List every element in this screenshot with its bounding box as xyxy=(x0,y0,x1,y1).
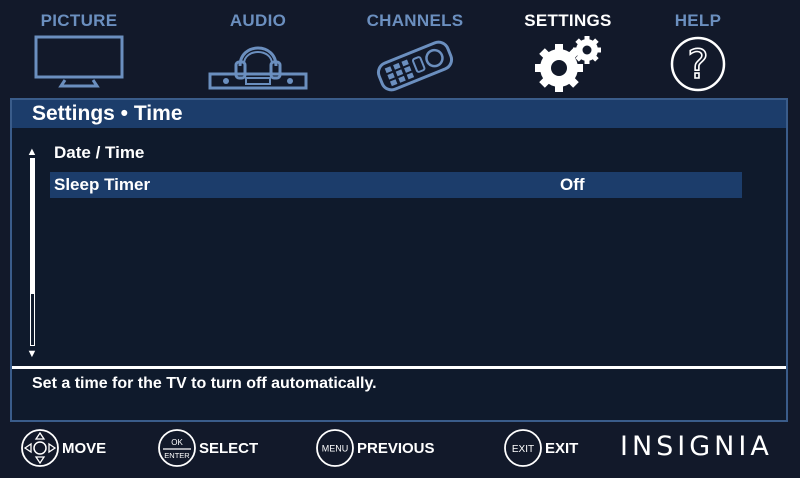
tab-audio[interactable]: AUDIO xyxy=(188,10,328,92)
enter-button-text: ENTER xyxy=(164,451,190,460)
settings-panel: Settings • Time ▲ ▼ Date / Time Sleep Ti… xyxy=(10,98,788,422)
gears-icon xyxy=(535,36,601,92)
brand-logo: INSIGNIA xyxy=(620,431,773,462)
tab-picture[interactable]: PICTURE xyxy=(9,10,149,90)
tab-channels[interactable]: CHANNELS xyxy=(345,10,485,94)
menu-item-label: Sleep Timer xyxy=(54,175,151,194)
panel-header: Settings • Time xyxy=(12,100,786,128)
help-description: Set a time for the TV to turn off automa… xyxy=(32,375,377,392)
menu-list: Date / Time Sleep Timer Off xyxy=(50,140,742,204)
headphones-soundbar-icon xyxy=(208,46,308,90)
tab-settings-label: SETTINGS xyxy=(524,11,612,30)
hint-previous: MENU PREVIOUS xyxy=(315,427,435,469)
hint-select: OK ENTER SELECT xyxy=(157,427,258,469)
tab-channels-label: CHANNELS xyxy=(366,11,464,30)
svg-text:?: ? xyxy=(687,42,708,88)
remote-control-icon xyxy=(376,40,454,92)
question-mark-icon: ? xyxy=(670,36,726,92)
hint-exit: EXIT EXIT xyxy=(503,427,578,469)
main-menu-tabs: PICTURE AUDIO CHANNELS SETTINGS HELP ? xyxy=(0,0,800,98)
hint-move: MOVE xyxy=(20,427,106,469)
hint-previous-label: PREVIOUS xyxy=(357,439,435,457)
ok-enter-button-icon: OK ENTER xyxy=(158,429,196,467)
menu-item-date-time[interactable]: Date / Time xyxy=(50,140,742,166)
hint-move-label: MOVE xyxy=(62,439,107,457)
divider xyxy=(12,366,786,369)
ok-button-text: OK xyxy=(171,438,183,447)
hint-exit-label: EXIT xyxy=(545,439,579,457)
tab-picture-label: PICTURE xyxy=(40,11,118,30)
tab-help-label: HELP xyxy=(674,11,722,30)
exit-button-icon: EXIT xyxy=(504,429,542,467)
menu-button-icon: MENU xyxy=(316,429,354,467)
scrollbar[interactable] xyxy=(30,158,35,346)
exit-button-text: EXIT xyxy=(512,444,534,455)
menu-item-label: Date / Time xyxy=(54,143,145,162)
menu-item-sleep-timer[interactable]: Sleep Timer Off xyxy=(50,172,742,198)
menu-item-value: Off xyxy=(560,175,585,194)
tv-icon xyxy=(34,35,124,88)
dpad-icon xyxy=(21,429,59,467)
scroll-down-arrow-icon[interactable]: ▼ xyxy=(26,348,38,360)
hint-select-label: SELECT xyxy=(199,439,259,457)
tab-help[interactable]: HELP ? xyxy=(628,10,768,92)
page-title: Settings • Time xyxy=(32,102,183,125)
menu-button-text: MENU xyxy=(322,444,349,454)
scroll-up-arrow-icon[interactable]: ▲ xyxy=(26,146,38,158)
scrollbar-thumb[interactable] xyxy=(31,159,34,294)
tab-audio-label: AUDIO xyxy=(229,11,287,30)
tab-settings[interactable]: SETTINGS xyxy=(498,10,638,92)
